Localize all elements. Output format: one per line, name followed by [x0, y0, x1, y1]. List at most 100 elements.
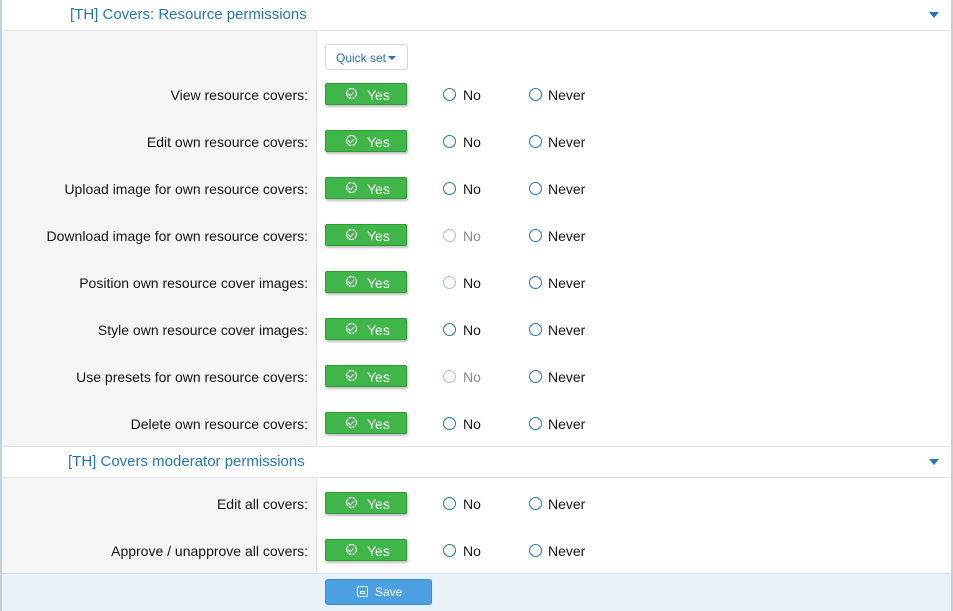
- check-circle-icon: [346, 417, 357, 428]
- form-footer: Save: [2, 573, 951, 611]
- never-label[interactable]: Never: [548, 416, 585, 432]
- yes-option[interactable]: Yes: [325, 224, 407, 246]
- check-circle-icon: [346, 88, 357, 99]
- permissions-panel: [TH] Covers: Resource permissions Quick …: [0, 0, 953, 611]
- yes-label: Yes: [367, 275, 390, 291]
- section-header-moderator-permissions[interactable]: [TH] Covers moderator permissions: [2, 447, 951, 478]
- permission-row: Delete own resource covers: Yes No Never: [2, 412, 951, 436]
- check-circle-icon: [346, 370, 357, 381]
- permission-label: Upload image for own resource covers:: [64, 181, 308, 197]
- check-circle-icon: [346, 497, 357, 508]
- permission-label: View resource covers:: [170, 87, 308, 103]
- yes-label: Yes: [367, 369, 390, 385]
- no-radio[interactable]: [443, 135, 456, 148]
- no-label[interactable]: No: [463, 322, 481, 338]
- never-radio[interactable]: [529, 88, 542, 101]
- permission-label: Delete own resource covers:: [130, 416, 308, 432]
- check-circle-icon: [346, 544, 357, 555]
- never-label[interactable]: Never: [548, 543, 585, 559]
- yes-option[interactable]: Yes: [325, 130, 407, 152]
- save-button[interactable]: Save: [325, 579, 432, 605]
- section-title: [TH] Covers: Resource permissions: [70, 6, 307, 23]
- permission-label: Position own resource cover images:: [79, 275, 308, 291]
- permission-label: Download image for own resource covers:: [46, 228, 308, 244]
- no-radio[interactable]: [443, 229, 456, 242]
- never-label[interactable]: Never: [548, 369, 585, 385]
- permission-row: Download image for own resource covers: …: [2, 224, 951, 248]
- permission-row: Style own resource cover images: Yes No …: [2, 318, 951, 342]
- never-radio[interactable]: [529, 544, 542, 557]
- no-radio[interactable]: [443, 370, 456, 383]
- never-radio[interactable]: [529, 323, 542, 336]
- permission-row: View resource covers: Yes No Never: [2, 83, 951, 107]
- no-radio[interactable]: [443, 417, 456, 430]
- never-label[interactable]: Never: [548, 134, 585, 150]
- no-radio[interactable]: [443, 544, 456, 557]
- permission-label: Approve / unapprove all covers:: [111, 543, 308, 559]
- no-label[interactable]: No: [463, 134, 481, 150]
- quick-set-label: Quick set: [336, 51, 387, 65]
- no-radio[interactable]: [443, 182, 456, 195]
- check-circle-icon: [346, 182, 357, 193]
- yes-option[interactable]: Yes: [325, 412, 407, 434]
- no-label[interactable]: No: [463, 275, 481, 291]
- never-label[interactable]: Never: [548, 228, 585, 244]
- check-circle-icon: [346, 276, 357, 287]
- permission-row: Upload image for own resource covers: Ye…: [2, 177, 951, 201]
- yes-option[interactable]: Yes: [325, 271, 407, 293]
- no-label[interactable]: No: [463, 496, 481, 512]
- never-radio[interactable]: [529, 497, 542, 510]
- chevron-down-icon[interactable]: [929, 12, 939, 18]
- never-radio[interactable]: [529, 417, 542, 430]
- yes-label: Yes: [367, 228, 390, 244]
- no-label[interactable]: No: [463, 228, 481, 244]
- no-label[interactable]: No: [463, 87, 481, 103]
- yes-option[interactable]: Yes: [325, 177, 407, 199]
- no-radio[interactable]: [443, 497, 456, 510]
- no-label[interactable]: No: [463, 416, 481, 432]
- quick-set-button[interactable]: Quick set: [325, 44, 408, 70]
- permission-row: Edit own resource covers: Yes No Never: [2, 130, 951, 154]
- no-label[interactable]: No: [463, 369, 481, 385]
- caret-down-icon: [388, 56, 396, 60]
- permission-row: Use presets for own resource covers: Yes…: [2, 365, 951, 389]
- permission-row: Edit all covers: Yes No Never: [2, 492, 951, 516]
- no-label[interactable]: No: [463, 181, 481, 197]
- save-icon: [357, 586, 368, 597]
- never-label[interactable]: Never: [548, 87, 585, 103]
- yes-label: Yes: [367, 416, 390, 432]
- chevron-down-icon[interactable]: [929, 459, 939, 465]
- no-radio[interactable]: [443, 323, 456, 336]
- never-label[interactable]: Never: [548, 275, 585, 291]
- permission-label: Style own resource cover images:: [97, 322, 308, 338]
- permission-row: Approve / unapprove all covers: Yes No N…: [2, 539, 951, 563]
- section-header-resource-permissions[interactable]: [TH] Covers: Resource permissions: [2, 0, 951, 31]
- yes-option[interactable]: Yes: [325, 83, 407, 105]
- section-body-moderator-permissions: Edit all covers: Yes No Never Approve / …: [2, 478, 951, 573]
- never-radio[interactable]: [529, 229, 542, 242]
- yes-option[interactable]: Yes: [325, 492, 407, 514]
- never-radio[interactable]: [529, 182, 542, 195]
- yes-option[interactable]: Yes: [325, 539, 407, 561]
- check-circle-icon: [346, 135, 357, 146]
- no-radio[interactable]: [443, 276, 456, 289]
- yes-label: Yes: [367, 496, 390, 512]
- check-circle-icon: [346, 229, 357, 240]
- permission-label: Use presets for own resource covers:: [76, 369, 308, 385]
- never-label[interactable]: Never: [548, 181, 585, 197]
- no-label[interactable]: No: [463, 543, 481, 559]
- yes-option[interactable]: Yes: [325, 318, 407, 340]
- never-radio[interactable]: [529, 370, 542, 383]
- yes-label: Yes: [367, 134, 390, 150]
- yes-option[interactable]: Yes: [325, 365, 407, 387]
- no-radio[interactable]: [443, 88, 456, 101]
- never-radio[interactable]: [529, 276, 542, 289]
- yes-label: Yes: [367, 322, 390, 338]
- permission-row: Position own resource cover images: Yes …: [2, 271, 951, 295]
- never-label[interactable]: Never: [548, 496, 585, 512]
- never-label[interactable]: Never: [548, 322, 585, 338]
- save-label: Save: [375, 585, 403, 599]
- never-radio[interactable]: [529, 135, 542, 148]
- yes-label: Yes: [367, 543, 390, 559]
- permission-label: Edit own resource covers:: [146, 134, 308, 150]
